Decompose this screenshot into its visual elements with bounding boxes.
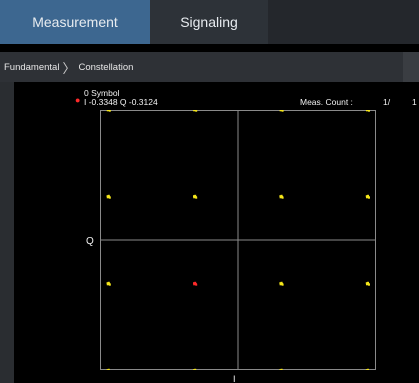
meas-count-value: 1/ <box>383 97 391 107</box>
constellation-point <box>365 194 370 199</box>
breadcrumb-fundamental[interactable]: Fundamental <box>0 62 59 73</box>
breadcrumb: Fundamental 〉 Constellation <box>0 52 419 82</box>
constellation-point <box>106 110 111 112</box>
tab-bar: Measurement Signaling <box>0 0 419 44</box>
meas-count-total: 1 <box>412 97 417 107</box>
constellation-point <box>279 110 284 112</box>
tab-bar-filler <box>268 0 419 44</box>
left-side-bar <box>0 82 14 383</box>
i-axis-label: I <box>233 374 236 383</box>
meas-count-label: Meas. Count : <box>300 97 353 107</box>
marker-iq-readout: I -0.3348 Q -0.3124 <box>84 97 158 107</box>
constellation-point <box>106 194 111 199</box>
constellation-marker-point <box>193 281 198 286</box>
q-axis-label: Q <box>86 236 94 247</box>
constellation-point <box>365 281 370 286</box>
constellation-point <box>106 281 111 286</box>
constellation-point <box>279 281 284 286</box>
marker-indicator-icon: ● <box>75 95 81 105</box>
constellation-point <box>193 110 198 112</box>
constellation-point <box>365 110 370 112</box>
breadcrumb-separator: 〉 <box>62 60 76 76</box>
breadcrumb-constellation[interactable]: Constellation <box>78 62 133 73</box>
tab-signaling[interactable]: Signaling <box>150 0 268 44</box>
constellation-point <box>279 194 284 199</box>
tab-measurement[interactable]: Measurement <box>0 0 150 44</box>
constellation-diagram <box>100 110 376 370</box>
constellation-point <box>193 194 198 199</box>
breadcrumb-side-panel <box>403 52 419 82</box>
